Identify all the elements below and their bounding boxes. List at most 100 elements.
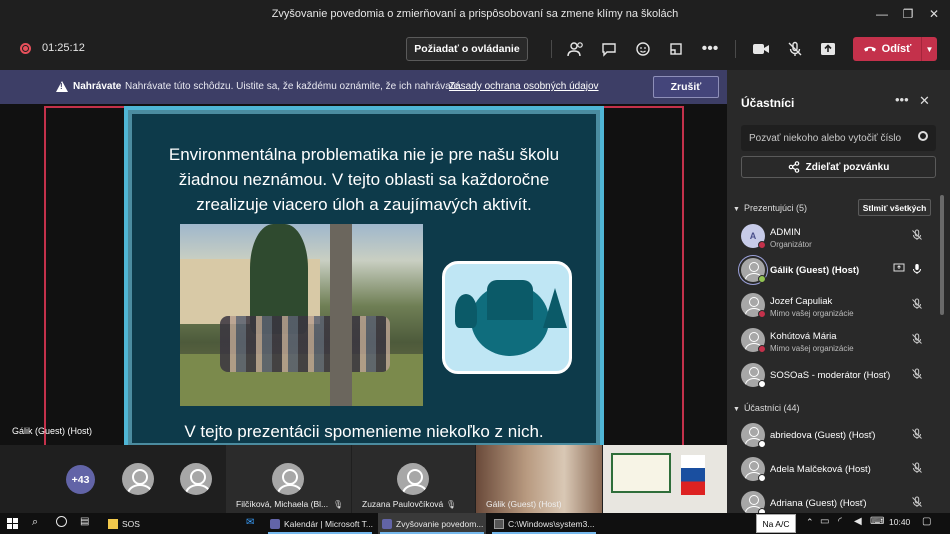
participant-name: SOSOaS - moderátor (Hosť) bbox=[770, 370, 891, 381]
ecology-icon bbox=[442, 261, 572, 374]
invite-input[interactable]: Pozvať niekoho alebo vytočiť číslo bbox=[741, 125, 936, 151]
presenter-name-label: Gálik (Guest) (Host) bbox=[12, 426, 93, 436]
participants-panel: Účastníci ••• ✕ Pozvať niekoho alebo vyt… bbox=[727, 70, 950, 516]
mic-off-icon[interactable] bbox=[784, 38, 806, 60]
more-icon[interactable]: ••• bbox=[699, 38, 721, 60]
participant-row[interactable]: abriedova (Guest) (Hosť) bbox=[741, 423, 941, 453]
input-indicator[interactable]: Na A/C bbox=[756, 514, 796, 533]
attendees-section-header[interactable]: ▼ Účastníci (44) bbox=[733, 403, 799, 413]
status-badge bbox=[758, 380, 766, 388]
windows-start-icon[interactable] bbox=[7, 518, 18, 529]
participant-tile-name: Filčíková, Michaela (Bl... bbox=[236, 499, 329, 509]
avatar[interactable] bbox=[122, 463, 154, 495]
windows-taskbar: ⌕ ▤ SOS ✉ Kalendár | Microsoft T... Zvyš… bbox=[0, 513, 950, 534]
panel-scrollbar[interactable] bbox=[940, 195, 944, 315]
leave-label: Odísť bbox=[881, 43, 912, 55]
request-control-button[interactable]: Požiadať o ovládanie bbox=[406, 37, 528, 61]
presenters-section-label: Prezentujúci (5) bbox=[743, 203, 807, 213]
mic-off-icon bbox=[911, 428, 925, 442]
participant-row[interactable]: A ADMIN Organizátor bbox=[741, 224, 941, 254]
taskbar-item-label: Zvyšovanie povedom... bbox=[396, 518, 484, 529]
mic-off-icon bbox=[911, 462, 925, 476]
mic-off-icon bbox=[911, 496, 925, 510]
banner-text: Nahrávate túto schôdzu. Uistite sa, že k… bbox=[125, 81, 462, 92]
participant-row[interactable]: Adela Malčeková (Host) bbox=[741, 457, 941, 487]
chevron-down-icon: ▼ bbox=[733, 206, 740, 213]
status-badge bbox=[758, 241, 766, 249]
participant-role: Organizátor bbox=[770, 240, 812, 249]
participant-row[interactable]: Jozef Capuliak Mimo vašej organizácie bbox=[741, 293, 941, 323]
status-badge bbox=[758, 345, 766, 353]
pine-icon bbox=[543, 288, 567, 328]
share-invite-label: Zdieľať pozvánku bbox=[805, 161, 890, 173]
camera-icon[interactable] bbox=[750, 38, 772, 60]
participant-row[interactable]: SOSOaS - moderátor (Hosť) bbox=[741, 363, 941, 393]
slide-bottom-text: V tejto prezentácii spomenieme niekoľko … bbox=[184, 422, 544, 441]
taskbar-item-calendar[interactable]: Kalendár | Microsoft T... bbox=[266, 513, 374, 534]
participants-icon[interactable] bbox=[565, 38, 587, 60]
speaker-icon[interactable]: ◀ bbox=[854, 516, 862, 527]
attendees-section-label: Účastníci (44) bbox=[743, 403, 800, 413]
dismiss-banner-button[interactable]: Zrušiť bbox=[653, 76, 719, 98]
taskbar-item-meeting[interactable]: Zvyšovanie povedom... bbox=[378, 513, 486, 534]
share-link-icon bbox=[788, 161, 799, 173]
participant-video-tile[interactable]: Gálik (Guest) (Host) bbox=[476, 445, 602, 513]
room-video-tile[interactable] bbox=[603, 445, 727, 513]
tray-chevron-up-icon[interactable]: ⌃ bbox=[806, 517, 814, 528]
photo-group bbox=[220, 316, 390, 372]
folder-icon bbox=[108, 518, 118, 529]
presenters-section-header[interactable]: ▼ Prezentujúci (5) bbox=[733, 203, 807, 213]
mute-all-button[interactable]: Stlmiť všetkých bbox=[858, 199, 931, 216]
leave-options-chevron-icon[interactable]: ▼ bbox=[921, 37, 937, 61]
keyboard-icon[interactable]: ⌨ bbox=[870, 516, 884, 527]
terminal-icon bbox=[494, 518, 504, 529]
video-board bbox=[611, 453, 671, 493]
meeting-timer: 01:25:12 bbox=[42, 42, 85, 54]
network-icon[interactable]: ▭ bbox=[820, 516, 829, 527]
notifications-icon[interactable]: ▢ bbox=[922, 516, 931, 527]
taskbar-item-cmd[interactable]: C:\Windows\system3... bbox=[490, 513, 598, 534]
taskbar-item-label: Kalendár | Microsoft T... bbox=[284, 518, 373, 529]
clock[interactable]: 10:40 bbox=[889, 517, 910, 527]
participant-name: Gálik (Guest) (Host) bbox=[770, 265, 860, 276]
share-invite-button[interactable]: Zdieľať pozvánku bbox=[741, 156, 936, 178]
task-view-icon[interactable]: ▤ bbox=[80, 516, 89, 527]
invite-placeholder: Pozvať niekoho alebo vytočiť číslo bbox=[749, 132, 902, 144]
hangup-icon bbox=[863, 46, 876, 52]
reactions-icon[interactable] bbox=[632, 38, 654, 60]
screen-share-icon bbox=[893, 263, 905, 275]
participant-row[interactable]: Kohútová Mária Mimo vašej organizácie bbox=[741, 328, 941, 358]
more-participants-button[interactable]: +43 bbox=[66, 465, 95, 494]
search-icon[interactable]: ⌕ bbox=[32, 516, 38, 529]
mail-icon[interactable]: ✉ bbox=[246, 517, 254, 528]
toolbar-divider bbox=[735, 40, 736, 58]
privacy-policy-link[interactable]: Zásady ochrana osobných údajov bbox=[449, 81, 599, 92]
rooms-icon[interactable] bbox=[665, 38, 687, 60]
close-icon[interactable]: ✕ bbox=[919, 93, 930, 109]
status-badge bbox=[758, 275, 766, 283]
window-titlebar: Zvyšovanie povedomia o zmierňovaní a pri… bbox=[0, 0, 950, 28]
participant-org: Mimo vašej organizácie bbox=[770, 309, 854, 318]
taskbar-item-label: SOS bbox=[122, 518, 140, 529]
mic-on-icon bbox=[911, 263, 925, 277]
chat-icon[interactable] bbox=[598, 38, 620, 60]
slide-heading-text: Environmentálna problematika nie je pre … bbox=[168, 145, 560, 214]
participant-row[interactable]: Gálik (Guest) (Host) bbox=[741, 258, 941, 288]
mic-off-icon bbox=[911, 298, 925, 312]
wifi-icon[interactable]: ◜ bbox=[838, 516, 842, 527]
avatar bbox=[397, 463, 429, 495]
tree-icon bbox=[455, 294, 477, 328]
cortana-icon[interactable] bbox=[56, 516, 67, 527]
share-icon[interactable] bbox=[817, 38, 839, 60]
participant-name: Kohútová Mária bbox=[770, 331, 837, 342]
slide-photo bbox=[180, 224, 423, 406]
avatar[interactable] bbox=[180, 463, 212, 495]
more-icon[interactable]: ••• bbox=[895, 92, 909, 107]
close-window-button[interactable]: ✕ bbox=[918, 0, 950, 28]
leave-button[interactable]: Odísť bbox=[853, 37, 921, 61]
status-badge bbox=[758, 310, 766, 318]
participant-tile[interactable]: Zuzana Paulovčíková 🎙 bbox=[352, 445, 475, 513]
taskbar-item-sos[interactable]: SOS bbox=[104, 513, 194, 534]
participant-tile-name: Gálik (Guest) (Host) bbox=[486, 499, 562, 509]
participant-tile[interactable]: Filčíková, Michaela (Bl... 🎙 bbox=[226, 445, 351, 513]
